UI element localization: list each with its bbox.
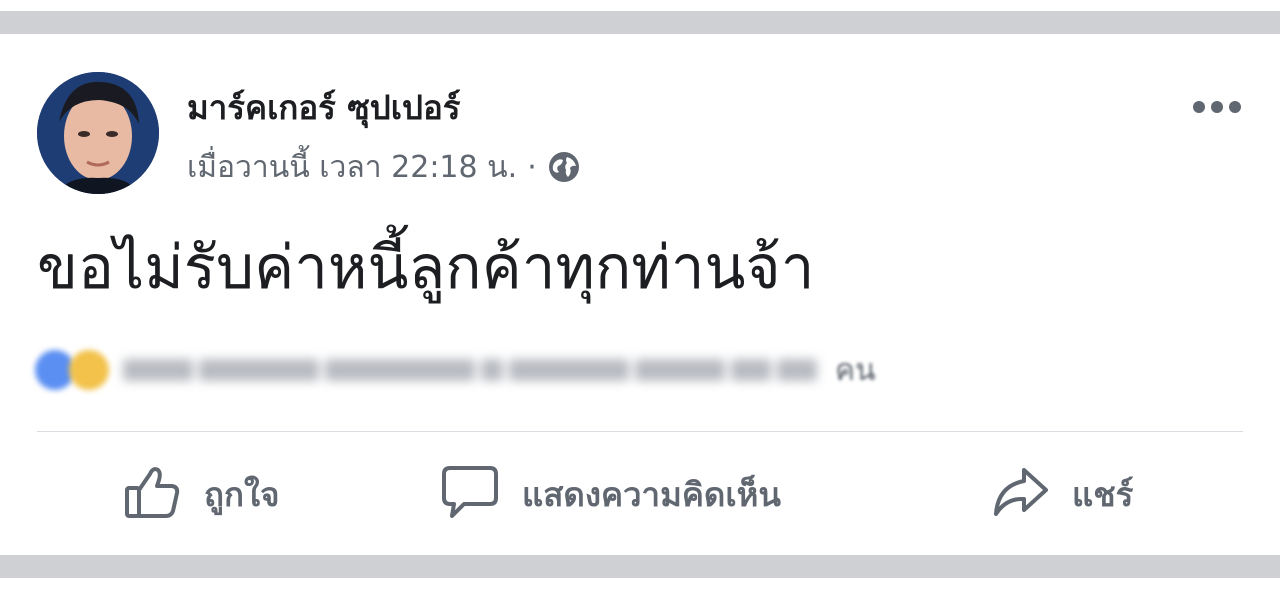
post-meta: เมื่อวานนี้ เวลา 22:18 น. · bbox=[187, 146, 581, 188]
love-reaction-icon bbox=[69, 350, 109, 390]
reaction-names-blurred bbox=[123, 359, 823, 381]
avatar[interactable] bbox=[37, 72, 159, 194]
post-timestamp[interactable]: เมื่อวานนี้ เวลา 22:18 น. bbox=[187, 144, 517, 191]
author-name[interactable]: มาร์คเกอร์ ซุปเปอร์ bbox=[187, 84, 461, 132]
comment-label: แสดงความคิดเห็น bbox=[522, 474, 781, 514]
reaction-count-suffix: คน bbox=[835, 352, 876, 388]
feed-divider-top bbox=[0, 11, 1280, 34]
thumbs-up-icon bbox=[122, 462, 182, 526]
comment-button[interactable]: แสดงความคิดเห็น bbox=[440, 464, 781, 524]
share-label: แชร์ bbox=[1072, 474, 1134, 514]
share-button[interactable]: แชร์ bbox=[990, 464, 1133, 524]
meta-separator: · bbox=[527, 149, 537, 185]
post-screen: มาร์คเกอร์ ซุปเปอร์ เมื่อวานนี้ เวลา 22:… bbox=[0, 0, 1280, 609]
like-label: ถูกใจ bbox=[204, 474, 280, 514]
like-button[interactable]: ถูกใจ bbox=[122, 464, 279, 524]
globe-icon[interactable] bbox=[547, 150, 581, 184]
share-arrow-icon bbox=[990, 462, 1050, 526]
comment-bubble-icon bbox=[440, 462, 500, 526]
action-separator bbox=[37, 431, 1243, 432]
post-text: ขอไม่รับค่าหนี้ลูกค้าทุกท่านจ้า bbox=[37, 233, 815, 303]
more-horizontal-icon[interactable] bbox=[1192, 96, 1242, 118]
reactions-summary[interactable]: คน bbox=[35, 340, 876, 400]
feed-divider-bottom bbox=[0, 555, 1280, 578]
